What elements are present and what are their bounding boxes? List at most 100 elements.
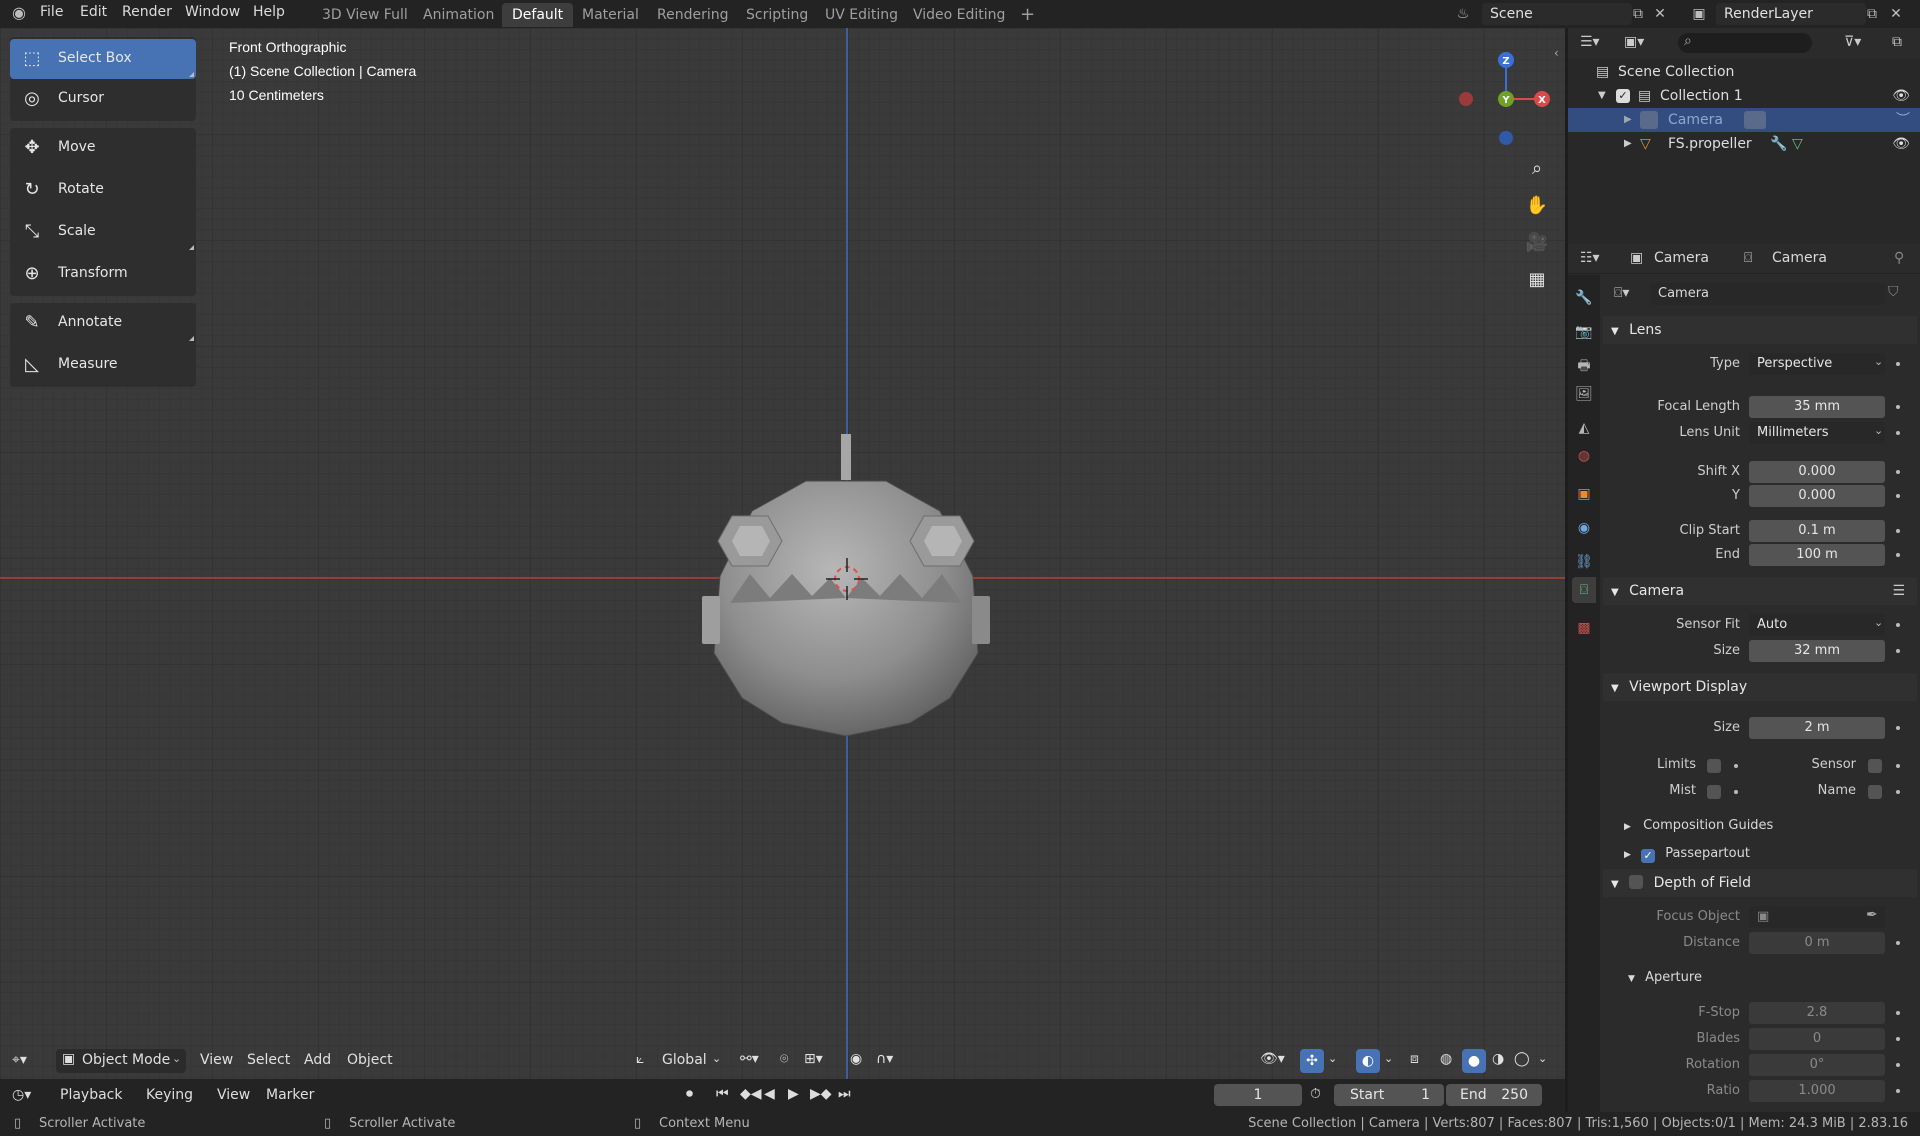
navigation-gizmo[interactable]: Z X Y (1450, 38, 1560, 148)
render-layer-selector[interactable]: RenderLayer (1716, 3, 1866, 25)
chevron-down-icon[interactable]: ⌄ (1538, 1052, 1547, 1065)
menu-edit[interactable]: Edit (80, 4, 107, 20)
jump-end-icon[interactable]: ⏭ (838, 1086, 851, 1102)
tab-camera-data-icon[interactable]: ⌼ (1572, 577, 1596, 603)
expand-arrow-icon[interactable]: ▶ (1624, 108, 1632, 132)
subpanel-passepartout[interactable]: ▶ ✓ Passepartout (1624, 846, 1750, 863)
eye-closed-icon[interactable]: ︶ (1896, 108, 1910, 132)
dof-checkbox[interactable] (1629, 875, 1644, 889)
tab-physics-icon[interactable]: ◉ (1572, 515, 1596, 541)
menu-view[interactable]: View (200, 1052, 233, 1068)
section-viewport-display[interactable]: ▼ Viewport Display (1603, 673, 1917, 701)
3d-cursor-icon[interactable] (826, 558, 868, 600)
focus-object-field[interactable]: ▣ (1749, 906, 1885, 928)
section-depth-of-field[interactable]: ▼ Depth of Field (1603, 869, 1917, 897)
render-layer-icon[interactable]: ▣ (1684, 4, 1714, 24)
mist-checkbox[interactable] (1707, 785, 1721, 799)
editor-type-icon[interactable]: ⌖▾ (12, 1052, 27, 1068)
clip-end-field[interactable]: 100 m (1749, 544, 1885, 566)
clip-start-field[interactable]: 0.1 m (1749, 520, 1885, 542)
properties-editor-icon[interactable]: ☷▾ (1580, 250, 1600, 266)
timeline-editor-icon[interactable]: ◷▾ (12, 1087, 31, 1103)
tool-move[interactable]: ✥ Move (10, 128, 196, 168)
outliner-scene-collection[interactable]: ▤ Scene Collection (1568, 60, 1920, 84)
menu-file[interactable]: File (40, 4, 63, 20)
rotation-field[interactable]: 0° (1749, 1054, 1885, 1076)
shift-y-field[interactable]: 0.000 (1749, 485, 1885, 507)
display-size-field[interactable]: 2 m (1749, 717, 1885, 739)
xray-icon[interactable]: ⧈ (1410, 1051, 1419, 1067)
pin-icon[interactable]: ⚲ (1894, 250, 1904, 266)
tab-texture-icon[interactable]: ▩ (1572, 615, 1596, 641)
play-icon[interactable]: ▶ (788, 1086, 799, 1102)
outliner-fs-propeller[interactable]: ▶ ▽ FS.propeller 🔧 ▽ 👁 (1568, 132, 1920, 156)
focus-distance-field[interactable]: 0 m (1749, 932, 1885, 954)
tool-scale[interactable]: ⤡ Scale (10, 212, 196, 252)
start-frame-field[interactable]: Start 1 (1334, 1084, 1444, 1106)
tab-view-layer-icon[interactable]: 🖼 (1572, 381, 1596, 407)
tab-video-editing[interactable]: Video Editing (903, 3, 1015, 27)
tab-scene-icon[interactable]: ◭ (1572, 415, 1596, 441)
rendered-shading-icon[interactable]: ◯ (1514, 1051, 1530, 1067)
material-shading-icon[interactable]: ◑ (1492, 1051, 1504, 1067)
delete-scene-icon[interactable]: ✕ (1650, 4, 1670, 24)
menu-object[interactable]: Object (347, 1052, 393, 1068)
sensor-size-field[interactable]: 32 mm (1749, 640, 1885, 662)
section-camera[interactable]: ▼ Camera ☰ (1603, 577, 1917, 605)
next-keyframe-icon[interactable]: ▶◆ (810, 1086, 832, 1102)
menu-help[interactable]: Help (253, 4, 285, 20)
proportional-edit-icon[interactable]: ◉ (850, 1051, 862, 1067)
focal-length-field[interactable]: 35 mm (1749, 396, 1885, 418)
tab-object-icon[interactable]: ▣ (1572, 481, 1596, 507)
outliner-editor-icon[interactable]: ☰▾ (1580, 34, 1600, 50)
presets-list-icon[interactable]: ☰ (1892, 577, 1905, 605)
prev-keyframe-icon[interactable]: ◆◀ (740, 1086, 762, 1102)
section-lens[interactable]: ▼ Lens (1603, 316, 1917, 344)
jump-start-icon[interactable]: ⏮ (716, 1086, 729, 1102)
tool-measure[interactable]: ◺ Measure (10, 345, 196, 385)
f-stop-field[interactable]: 2.8 (1749, 1002, 1885, 1024)
overlay-toggle-icon[interactable]: ◐ (1356, 1049, 1380, 1073)
menu-marker[interactable]: Marker (266, 1087, 314, 1103)
tab-render-icon[interactable]: 📷 (1572, 319, 1596, 345)
ratio-field[interactable]: 1.000 (1749, 1080, 1885, 1102)
new-layer-icon[interactable]: ⧉ (1862, 4, 1882, 24)
mode-dropdown[interactable]: ▣ Object Mode ⌄ (56, 1049, 186, 1073)
tab-scripting[interactable]: Scripting (736, 3, 818, 27)
chevron-down-icon[interactable]: ⌄ (1328, 1052, 1337, 1065)
menu-window[interactable]: Window (185, 4, 240, 20)
outliner-collection-1[interactable]: ▼ ✓ ▤ Collection 1 👁 (1568, 84, 1920, 108)
new-scene-icon[interactable]: ⧉ (1628, 4, 1648, 24)
record-icon[interactable]: ⏺ (686, 1086, 693, 1102)
menu-playback[interactable]: Playback (60, 1087, 122, 1103)
wireframe-shading-icon[interactable]: ◍ (1440, 1051, 1452, 1067)
eyedropper-icon[interactable]: ✒ (1866, 907, 1878, 923)
gizmo-toggle-icon[interactable]: ✣ (1300, 1049, 1324, 1073)
subpanel-aperture[interactable]: ▼ Aperture (1628, 970, 1702, 985)
menu-keying[interactable]: Keying (146, 1087, 193, 1103)
eye-icon[interactable]: 👁 (1892, 84, 1910, 108)
checkbox-icon[interactable]: ✓ (1616, 89, 1630, 103)
blender-logo-icon[interactable]: ◉ (8, 3, 30, 23)
falloff-icon[interactable]: ∩▾ (876, 1051, 893, 1067)
snap-icon[interactable]: ⌾ (780, 1051, 788, 1067)
filter-icon[interactable]: ⊽▾ (1844, 34, 1861, 50)
menu-render[interactable]: Render (122, 4, 172, 20)
solid-shading-icon[interactable]: ● (1462, 1049, 1486, 1073)
visibility-icon[interactable]: 👁▾ (1260, 1051, 1285, 1067)
3d-viewport[interactable]: ⬚ Select Box ◎ Cursor ✥ Move ↻ Rotate ⤡ … (0, 28, 1565, 1079)
snap-target-icon[interactable]: ⊞▾ (804, 1051, 823, 1067)
passepartout-checkbox[interactable]: ✓ (1641, 849, 1656, 863)
eye-icon[interactable]: 👁 (1892, 132, 1910, 156)
expand-arrow-icon[interactable]: ▼ (1598, 84, 1606, 108)
sensor-fit-dropdown[interactable]: Auto (1749, 614, 1885, 636)
blades-field[interactable]: 0 (1749, 1028, 1885, 1050)
menu-select[interactable]: Select (247, 1052, 290, 1068)
expand-arrow-icon[interactable]: ▶ (1624, 132, 1632, 156)
fake-user-shield-icon[interactable]: ⛉ (1888, 284, 1899, 300)
tab-tool-icon[interactable]: 🔧 (1572, 285, 1596, 311)
orientation-icon[interactable]: ⟀ (636, 1051, 644, 1067)
outliner-camera[interactable]: ▶ Camera ︶ (1568, 108, 1920, 132)
new-collection-icon[interactable]: ⧉ (1892, 34, 1902, 50)
tool-transform[interactable]: ⊕ Transform (10, 254, 196, 294)
